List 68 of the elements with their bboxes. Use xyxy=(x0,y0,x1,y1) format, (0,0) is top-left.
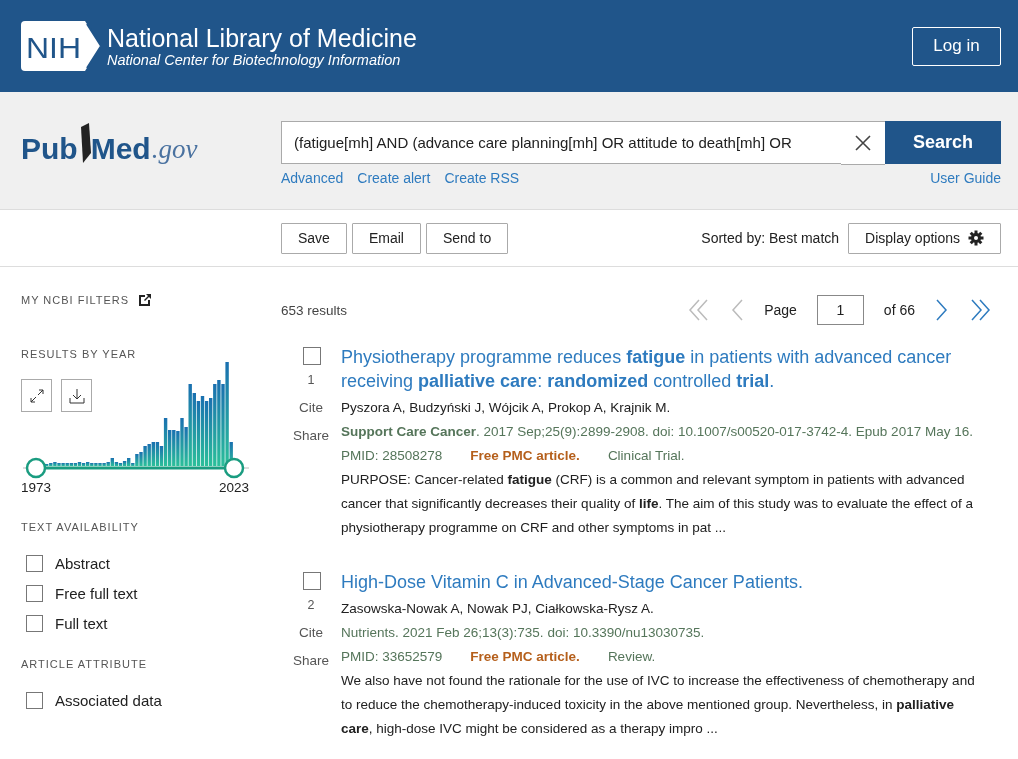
cite-link[interactable]: Cite xyxy=(299,400,323,415)
filter-label[interactable]: Full text xyxy=(55,615,108,632)
page-label: Page xyxy=(764,302,797,318)
filter-checkbox[interactable] xyxy=(26,585,43,602)
free-article-label: Free PMC article. xyxy=(470,648,580,666)
search-field[interactable]: (fatigue[mh] AND (advance care planning[mh] OR attitude to death[mh] OR xyxy=(281,121,841,164)
login-button[interactable]: Log in xyxy=(912,26,1001,66)
result-citation: Support Care Cancer. 2017 Sep;25(9):2899-2908. doi: 10.1007/s00520-017-3742-4. Epub 2017 May 16. xyxy=(341,423,974,441)
sort-label[interactable]: Sorted by: Best match xyxy=(701,230,840,246)
result-snippet: We also have not found the rationale for the use of IVC to increase the effectiveness of chemotherapy and to reduce the chemotherapy-induced toxicity in the above mentioned group. Nevertheless, in palliative care, high-dose IVC might be considered as a therapy impro ... xyxy=(341,672,976,738)
slider-handle[interactable] xyxy=(223,457,245,479)
result-authors: Pyszora A, Budzyński J, Wójcik A, Prokop A, Krajnik M. xyxy=(341,399,672,417)
expand-icon xyxy=(29,388,44,403)
filter-label[interactable]: Abstract xyxy=(55,555,111,572)
result-number: 1 xyxy=(307,373,315,387)
histogram-bars[interactable] xyxy=(45,362,233,466)
page-number-field[interactable]: 1 xyxy=(816,295,864,325)
display-options-button[interactable]: Display options xyxy=(848,222,1001,254)
user-guide-link[interactable]: User Guide xyxy=(930,170,1001,186)
result-number: 2 xyxy=(307,598,315,612)
share-link[interactable]: Share xyxy=(293,653,329,668)
search-link[interactable]: Create RSS xyxy=(444,170,520,186)
publication-type: Review. xyxy=(607,648,656,666)
share-link[interactable]: Share xyxy=(293,428,329,443)
filter-checkbox[interactable] xyxy=(26,615,43,632)
org-title: National Library of Medicine xyxy=(107,24,417,52)
filter-section-heading: TEXT AVAILABILITY xyxy=(21,521,140,533)
filters-heading[interactable]: MY NCBI FILTERS xyxy=(21,294,130,306)
result-checkbox[interactable] xyxy=(303,572,321,590)
free-article-label: Free PMC article. xyxy=(470,447,580,465)
publication-type: Clinical Trial. xyxy=(607,447,685,465)
download-button[interactable] xyxy=(61,379,92,412)
external-link-icon[interactable] xyxy=(139,294,152,306)
result-snippet: PURPOSE: Cancer-related fatigue (CRF) is a common and relevant symptom in patients with advanced cancer that significantly decreases their quality of life. The aim of this study was to evaluate the effect of a physiotherapy programme on CRF and other symptoms in pat ... xyxy=(341,471,975,537)
pubmed-logo[interactable]: Pub Med.gov xyxy=(21,121,281,167)
settings-icon xyxy=(968,230,984,246)
result-authors: Zasowska-Nowak A, Nowak PJ, Ciałkowska-Rysz A. xyxy=(341,600,655,618)
search-button[interactable]: Search xyxy=(885,121,1001,164)
result-checkbox[interactable] xyxy=(303,347,321,365)
nih-logo[interactable]: NIH xyxy=(21,21,101,71)
filter-section-heading: ARTICLE ATTRIBUTE xyxy=(21,658,148,670)
search-link[interactable]: Advanced xyxy=(281,170,344,186)
action-button[interactable]: Send to xyxy=(425,222,509,254)
year-start-label: 1973 xyxy=(21,480,52,495)
download-icon xyxy=(68,387,85,404)
result-title-link[interactable]: Physiotherapy programme reduces fatigue in patients with advanced cancer receiving palliative care: randomized controlled trial. xyxy=(341,345,983,393)
search-link[interactable]: Create alert xyxy=(357,170,431,186)
result-pmid: PMID: 28508278 xyxy=(341,447,443,465)
results-count: 653 results xyxy=(281,302,348,318)
year-end-label: 2023 xyxy=(218,480,249,495)
last-page-icon[interactable] xyxy=(969,299,991,321)
result-pmid: PMID: 33652579 xyxy=(341,648,443,666)
filter-checkbox[interactable] xyxy=(26,692,43,709)
page-total: of 66 xyxy=(883,302,915,318)
expand-button[interactable] xyxy=(21,379,52,412)
action-button[interactable]: Email xyxy=(351,222,421,254)
filter-label[interactable]: Associated data xyxy=(55,692,162,709)
result-citation: Nutrients. 2021 Feb 26;13(3):735. doi: 10.3390/nu13030735. xyxy=(341,624,706,642)
org-subtitle: National Center for Biotechnology Information xyxy=(107,52,402,68)
results-by-year-heading: RESULTS BY YEAR xyxy=(21,348,138,360)
clear-icon[interactable] xyxy=(841,121,885,165)
result-title-link[interactable]: High-Dose Vitamin C in Advanced-Stage Cancer Patients. xyxy=(341,570,983,594)
slider-handle[interactable] xyxy=(25,457,47,479)
action-button[interactable]: Save xyxy=(281,222,347,254)
filter-checkbox[interactable] xyxy=(26,555,43,572)
cite-link[interactable]: Cite xyxy=(299,625,323,640)
filter-label[interactable]: Free full text xyxy=(55,585,138,602)
next-page-icon[interactable] xyxy=(935,299,949,321)
